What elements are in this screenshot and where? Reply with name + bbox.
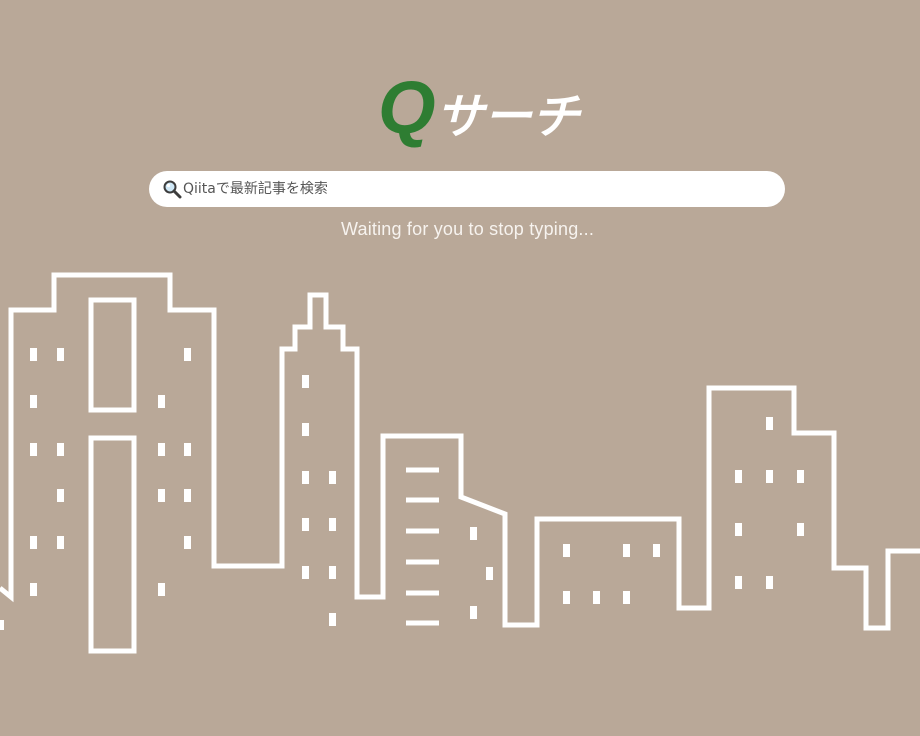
status-message: Waiting for you to stop typing... (340, 219, 595, 239)
search-bar[interactable] (149, 171, 785, 207)
logo-q-letter: Q (378, 66, 436, 149)
logo-text: サーチ (435, 89, 580, 145)
app-logo: Q サーチ (378, 66, 580, 149)
search-input[interactable] (183, 174, 763, 204)
magnifier-icon (162, 179, 182, 199)
page: Q サーチ Waiting for you to stop typing... (0, 0, 920, 736)
